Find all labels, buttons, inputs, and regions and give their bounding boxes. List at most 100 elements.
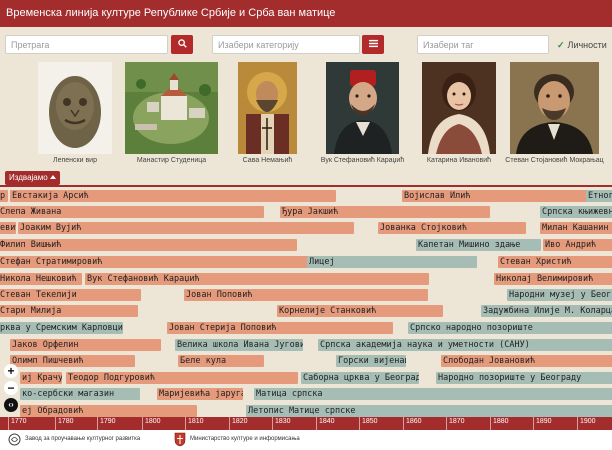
timeline-bar[interactable]: Милан Кашанин <box>540 222 612 234</box>
chevron-up-icon <box>50 175 56 179</box>
timeline-bar[interactable]: Беле кула <box>178 355 264 367</box>
axis-tick-line <box>185 417 186 430</box>
gallery-item[interactable]: Лепенски вир <box>38 62 112 168</box>
search-button[interactable] <box>171 35 193 54</box>
timeline-bar[interactable]: Лицеј <box>307 256 477 268</box>
axis-tick-line <box>359 417 360 430</box>
gallery-caption: Сава Немањић <box>242 157 293 164</box>
zoom-out-button[interactable]: − <box>4 381 18 395</box>
timeline-bar[interactable]: Никола Нешковић <box>0 273 82 285</box>
timeline-bar[interactable]: Велика школа Ивана Југовића <box>175 339 303 351</box>
timeline-bar[interactable]: Теодор Подгуровић <box>66 372 298 384</box>
gallery-image-portrait-katarina <box>422 62 496 154</box>
gallery-item[interactable]: Вук Стефановић Караџић <box>321 62 404 168</box>
timeline-bar[interactable]: Саборна црква у Београду <box>301 372 419 384</box>
gallery-item[interactable]: Стеван Стојановић Мокрањац <box>505 62 604 168</box>
category-list-button[interactable] <box>362 35 384 54</box>
timeline-bar[interactable]: Слободан Јовановић <box>441 355 612 367</box>
axis-tick-label: 1880 <box>493 418 509 425</box>
footer-left-org: Завод за проучавање културног развитка <box>25 436 141 442</box>
timeline-bar[interactable]: Капетан Мишино здање <box>416 239 541 251</box>
footer: Завод за проучавање културног развитка М… <box>0 430 612 450</box>
timeline-bar[interactable]: Војислав Илић <box>402 190 588 202</box>
timeline-bar[interactable]: Стари Милија <box>0 305 138 317</box>
tag-chip-label: Личности <box>567 40 607 50</box>
timeline-bar[interactable]: Јован Стерија Поповић <box>167 322 393 334</box>
timeline-bar[interactable]: Летопис Матице српске <box>246 405 612 417</box>
timeline-bar[interactable]: Корнелије Станковић <box>277 305 443 317</box>
timeline-bar[interactable]: Николај Велимировић <box>494 273 612 285</box>
timeline-bar[interactable]: рква у Сремским Карловцима <box>0 322 123 334</box>
timeline-bar[interactable]: Јоаким Вујић <box>18 222 354 234</box>
timeline-bar[interactable]: Ђура Јакшић <box>280 206 490 218</box>
timeline-bar[interactable]: еј Обрадовић <box>20 405 197 417</box>
gallery-caption: Вук Стефановић Караџић <box>320 157 405 164</box>
timeline-bar[interactable]: Горски вијенац <box>336 355 406 367</box>
timeline-bar[interactable]: Матица српска <box>254 388 612 400</box>
timeline-bar[interactable]: Слепа Живана <box>0 206 264 218</box>
timeline-bar[interactable]: ко-сербски магазин <box>20 388 140 400</box>
axis-tick-label: 1810 <box>188 418 204 425</box>
timeline-bar[interactable]: Српска академија наука и уметности (САНУ… <box>318 339 612 351</box>
timeline-bar[interactable]: Народно позориште у Београду <box>436 372 612 384</box>
fit-timeline-button[interactable]: ‹› <box>4 398 18 412</box>
axis-tick-label: 1900 <box>580 418 596 425</box>
featured-selector[interactable]: Издвајамо <box>5 171 60 185</box>
timeline-bar[interactable]: Олимп Пишчевић <box>10 355 135 367</box>
timeline-bar[interactable]: Маријевића јаруга <box>157 388 243 400</box>
timeline-bar[interactable]: Стефан Стратимировић <box>0 256 338 268</box>
featured-gallery: Лепенски вир Манастир Студеница Сава Нем… <box>0 62 612 168</box>
axis-tick-label: 1860 <box>406 418 422 425</box>
timeline-bar[interactable]: евић <box>0 222 16 234</box>
axis-tick-label: 1770 <box>11 418 27 425</box>
axis-tick-line <box>272 417 273 430</box>
institute-logo-icon <box>8 433 21 446</box>
axis-tick-label: 1870 <box>449 418 465 425</box>
timeline-bar[interactable]: Етногр <box>586 190 612 202</box>
gallery-item[interactable]: Манастир Студеница <box>125 62 218 168</box>
category-select[interactable]: Изабери категорију <box>212 35 360 54</box>
axis-tick-label: 1800 <box>145 418 161 425</box>
search-icon <box>178 39 187 48</box>
axis-tick-label: 1850 <box>362 418 378 425</box>
timeline-bar[interactable]: Јован Поповић <box>184 289 428 301</box>
timeline-bar[interactable]: Стеван Христић <box>498 256 612 268</box>
axis-tick-label: 1890 <box>536 418 552 425</box>
timeline-bar[interactable]: Иво Андрић <box>543 239 612 251</box>
timeline-bar[interactable]: Народни музеј у Београду <box>507 289 612 301</box>
axis-tick-line <box>229 417 230 430</box>
featured-selector-label: Издвајамо <box>9 173 48 182</box>
app-title: Временска линија културе Републике Србиј… <box>6 7 336 19</box>
serbian-coat-of-arms-icon <box>174 432 186 447</box>
timeline-bar[interactable]: Јаков Орфелин <box>10 339 161 351</box>
timeline-bar[interactable]: Стеван Текелији <box>0 289 141 301</box>
gallery-image-saint-icon <box>238 62 297 154</box>
timeline-bar[interactable]: Вук Стефановић Караџић <box>85 273 429 285</box>
gallery-item[interactable]: Катарина Ивановић <box>422 62 496 168</box>
gallery-caption: Стеван Стојановић Мокрањац <box>505 157 604 164</box>
check-icon: ✓ <box>557 40 565 50</box>
gallery-item[interactable]: Сава Немањић <box>238 62 297 168</box>
gallery-image-portrait-vuk <box>326 62 399 154</box>
timeline-bar[interactable]: Српско народно позориште <box>408 322 612 334</box>
gallery-image-portrait-mokranjac <box>510 62 599 154</box>
timeline-bar[interactable]: Српска књижевно <box>540 206 612 218</box>
zoom-in-button[interactable]: + <box>4 364 18 378</box>
timeline-bar[interactable]: иј Крачун <box>20 372 62 384</box>
gallery-image-sculpture <box>38 62 112 154</box>
axis-tick-line <box>490 417 491 430</box>
axis-tick-line <box>577 417 578 430</box>
timeline-bar[interactable]: р <box>0 190 8 202</box>
timeline-bar[interactable]: Задужбина Илије М. Коларца <box>481 305 612 317</box>
timeline-bar[interactable]: Јованка Стојковић <box>378 222 526 234</box>
timeline-bar[interactable]: Евстакија Арсић <box>10 190 336 202</box>
axis-tick-line <box>55 417 56 430</box>
tag-chip-persons[interactable]: ✓ Личности <box>557 40 607 51</box>
search-input[interactable]: Претрага <box>5 35 168 54</box>
gallery-caption: Катарина Ивановић <box>426 157 492 164</box>
timeline-bar[interactable]: Филип Вишњић <box>0 239 297 251</box>
list-icon <box>369 39 378 48</box>
axis-tick-line <box>533 417 534 430</box>
timeline-app: Временска линија културе Републике Србиј… <box>0 0 612 450</box>
tag-select[interactable]: Изабери таг <box>417 35 549 54</box>
